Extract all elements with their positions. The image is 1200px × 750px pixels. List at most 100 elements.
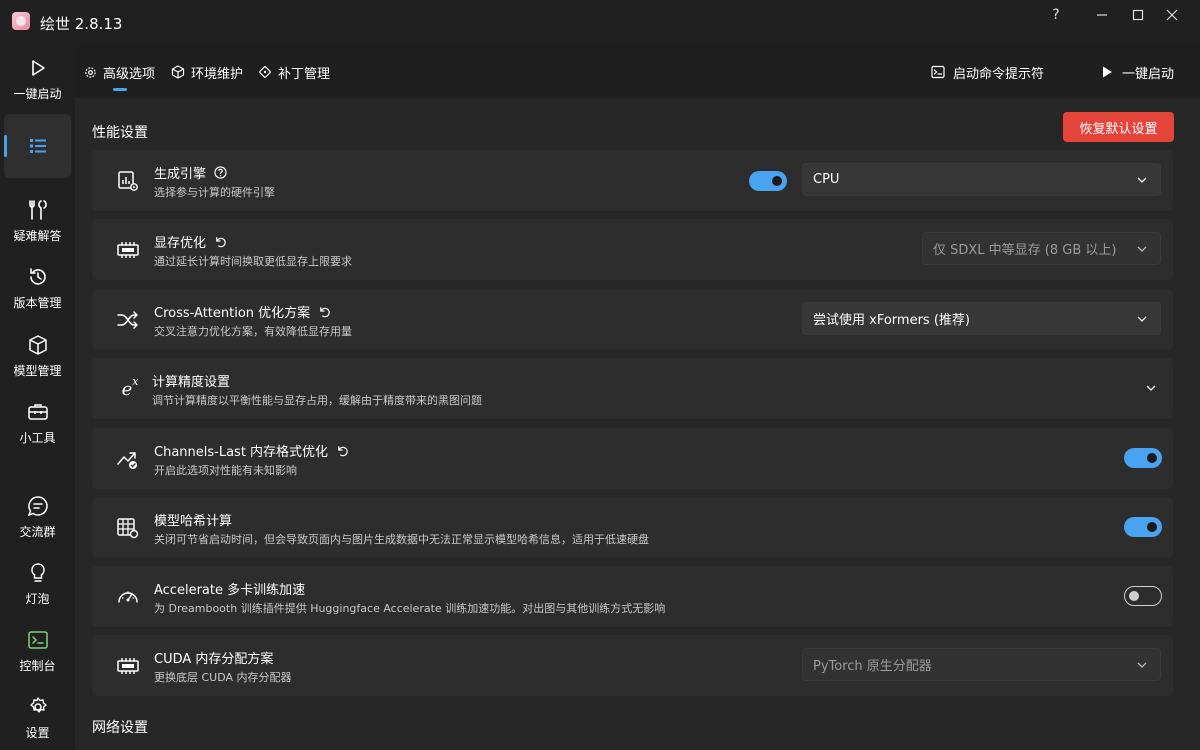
chevron-down-icon [1137, 177, 1147, 183]
tab-advanced-options[interactable]: 高级选项 [84, 62, 155, 82]
channels-last-toggle[interactable] [1124, 448, 1162, 468]
sidebar-item-label: 一键启动 [13, 86, 62, 101]
setting-description: 为 Dreambooth 训练插件提供 Huggingface Accelera… [154, 602, 666, 615]
setting-description: 关闭可节省启动时间，但会导致页面内与图片生成数据中无法正常显示模型哈希信息，适用… [154, 533, 649, 546]
sidebar-item-community[interactable]: 交流群 [4, 485, 71, 549]
undo-icon [338, 446, 348, 457]
setting-title: CUDA 内存分配方案 [154, 648, 273, 667]
close-window-button[interactable] [1149, 0, 1195, 30]
sidebar-item-tools[interactable]: 小工具 [4, 391, 71, 455]
setting-title: Cross-Attention 优化方案 [154, 302, 331, 321]
chat-icon [27, 495, 49, 517]
setting-description: 交叉注意力优化方案，有效降低显存用量 [154, 325, 352, 338]
setting-title-text: Accelerate 多卡训练加速 [154, 583, 306, 598]
exponent-icon: ex [118, 374, 142, 401]
minimize-icon [1097, 14, 1107, 16]
engine-toggle[interactable] [749, 171, 787, 191]
model-hash-toggle[interactable] [1124, 517, 1162, 537]
setting-card-precision[interactable]: ex 计算精度设置 调节计算精度以平衡性能与显存占用，缓解由于精度带来的黑图问题 [92, 358, 1173, 419]
sidebar-item-troubleshoot[interactable]: 疑难解答 [4, 189, 71, 253]
setting-title: 模型哈希计算 [154, 510, 232, 529]
setting-title-text: 模型哈希计算 [154, 514, 233, 529]
active-indicator [4, 135, 7, 157]
chevron-down-icon [1146, 385, 1156, 391]
tab-patches[interactable]: 补丁管理 [258, 62, 330, 82]
undo-icon [216, 237, 226, 248]
sidebar-item-label: 小工具 [19, 430, 56, 445]
trend-icon [116, 447, 140, 471]
open-console-button[interactable]: 启动命令提示符 [931, 62, 1044, 82]
sidebar-item-console[interactable]: 控制台 [4, 619, 71, 683]
sidebar: 一键启动 疑难解答 版本管理 模型管理 小工具 交流群 灯泡 控制台 设置 [0, 44, 75, 750]
close-icon [1166, 9, 1178, 21]
launch-label: 一键启动 [1122, 66, 1175, 82]
chevron-down-icon [1137, 246, 1147, 252]
setting-title-text: 生成引擎 [154, 167, 207, 182]
vram-dropdown[interactable]: 仅 SDXL 中等显存 (8 GB 以上) [922, 232, 1161, 265]
active-tab-indicator [113, 88, 127, 91]
setting-title-text: Cross-Attention 优化方案 [154, 306, 311, 321]
accelerate-toggle[interactable] [1124, 586, 1162, 606]
setting-card-vram: 显存优化 通过延长计算时间换取更低显存上限要求 仅 SDXL 中等显存 (8 G… [92, 219, 1173, 280]
sidebar-item-label: 设置 [25, 725, 50, 740]
title-bar: 绘世 2.8.13 ? [0, 0, 1200, 44]
app-logo-icon [12, 12, 30, 30]
chevron-down-icon [1137, 662, 1147, 668]
section-title-performance: 性能设置 [92, 125, 148, 141]
table-icon [116, 516, 140, 540]
undo-icon [320, 307, 330, 318]
dropdown-value: PyTorch 原生分配器 [813, 659, 932, 674]
section-title-network: 网络设置 [92, 720, 148, 736]
sidebar-item-launch[interactable]: 一键启动 [4, 47, 71, 111]
setting-description: 通过延长计算时间换取更低显存上限要求 [154, 255, 352, 268]
sidebar-item-versions[interactable]: 版本管理 [4, 256, 71, 320]
sidebar-item-models[interactable]: 模型管理 [4, 324, 71, 388]
setting-title: 计算精度设置 [152, 371, 230, 390]
setting-card-model-hash: 模型哈希计算 关闭可节省启动时间，但会导致页面内与图片生成数据中无法正常显示模型… [92, 497, 1173, 558]
launch-button[interactable]: 一键启动 [1100, 62, 1174, 82]
sidebar-item-label: 疑难解答 [13, 228, 62, 243]
sidebar-item-bulb[interactable]: 灯泡 [4, 552, 71, 616]
setting-description: 选择参与计算的硬件引擎 [154, 186, 275, 199]
open-console-label: 启动命令提示符 [953, 66, 1045, 82]
app-title: 绘世 2.8.13 [40, 15, 123, 33]
sidebar-item-settings[interactable]: 设置 [4, 686, 71, 750]
memory-icon [116, 238, 140, 262]
cross-attention-dropdown[interactable]: 尝试使用 xFormers (推荐) [802, 302, 1161, 335]
list-icon [27, 135, 49, 157]
engine-icon [116, 169, 140, 193]
setting-description: 开启此选项对性能有未知影响 [154, 464, 297, 477]
console-icon [27, 629, 49, 651]
engine-dropdown[interactable]: CPU [802, 163, 1161, 196]
sidebar-item-label: 控制台 [19, 658, 56, 673]
tab-label: 补丁管理 [278, 66, 331, 82]
setting-card-cuda-allocator: CUDA 内存分配方案 更换底层 CUDA 内存分配器 PyTorch 原生分配… [92, 635, 1173, 696]
cube-icon [27, 334, 49, 356]
cuda-allocator-dropdown[interactable]: PyTorch 原生分配器 [802, 648, 1161, 681]
exponent-base: e [121, 378, 133, 400]
tab-environment[interactable]: 环境维护 [171, 62, 243, 82]
play-icon [27, 57, 49, 79]
sidebar-item-label: 版本管理 [13, 295, 62, 310]
settings-icon [27, 696, 49, 718]
exponent-superscript: x [132, 374, 139, 388]
setting-title-text: CUDA 内存分配方案 [154, 652, 274, 667]
history-icon [27, 266, 49, 288]
bulb-icon [27, 562, 49, 584]
top-navigation: 高级选项 环境维护 补丁管理 启动命令提示符 一键启动 [75, 44, 1200, 98]
setting-title: 生成引擎 [154, 163, 227, 182]
setting-title-text: 显存优化 [154, 236, 207, 251]
setting-title: Accelerate 多卡训练加速 [154, 579, 305, 598]
patch-tab-icon [259, 66, 271, 78]
terminal-icon [931, 65, 945, 79]
help-circle-icon [214, 166, 227, 179]
setting-title: 显存优化 [154, 232, 227, 251]
gear-tab-icon [85, 66, 96, 78]
sidebar-item-advanced[interactable] [4, 114, 71, 178]
setting-description: 调节计算精度以平衡性能与显存占用，缓解由于精度带来的黑图问题 [152, 394, 482, 407]
reset-defaults-button[interactable]: 恢复默认设置 [1063, 112, 1174, 142]
dropdown-value: 尝试使用 xFormers (推荐) [813, 313, 970, 328]
tab-label: 环境维护 [191, 66, 244, 82]
play-icon [1103, 66, 1112, 78]
help-button[interactable]: ? [1033, 0, 1079, 30]
